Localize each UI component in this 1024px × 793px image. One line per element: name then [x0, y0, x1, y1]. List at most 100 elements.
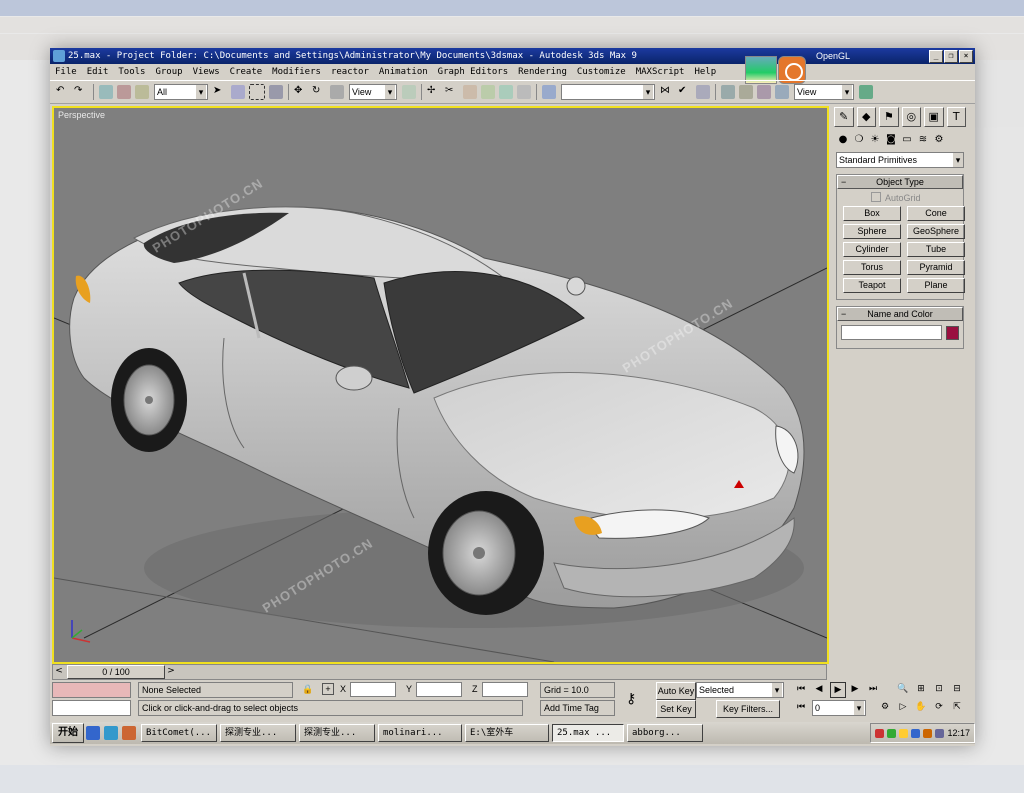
pan-icon[interactable]: ✋ — [914, 700, 928, 714]
hierarchy-tab-icon[interactable]: ⚑ — [879, 107, 899, 127]
schematic-view-icon[interactable] — [739, 85, 753, 99]
curve-editor-icon[interactable] — [721, 85, 735, 99]
undo-icon[interactable]: ↶ — [56, 85, 70, 99]
window-crossing-icon[interactable] — [269, 85, 283, 99]
menu-animation[interactable]: Animation — [374, 64, 433, 80]
minimize-icon[interactable]: _ — [929, 50, 943, 63]
go-to-start-icon[interactable]: ⏮ — [794, 682, 808, 696]
geometry-icon[interactable]: ● — [836, 133, 850, 147]
move-icon[interactable]: ✥ — [294, 85, 308, 99]
object-type-header[interactable]: − Object Type — [837, 175, 963, 189]
task-button[interactable]: abborg... — [627, 724, 703, 742]
mirror-icon[interactable]: ⋈ — [660, 85, 674, 99]
pivot-icon[interactable] — [402, 85, 416, 99]
time-slider[interactable]: < 0 / 100 > — [52, 664, 827, 680]
desktop-icon[interactable] — [104, 726, 118, 740]
lock-icon[interactable]: 🔒 — [302, 684, 313, 695]
maximize-viewport-icon[interactable]: ⇱ — [950, 700, 964, 714]
add-time-tag[interactable]: Add Time Tag — [540, 700, 615, 716]
render-scene-icon[interactable] — [775, 85, 789, 99]
perspective-viewport[interactable]: Perspective PHOTOPHOTO.CN PHOTOPHOTO.CN … — [52, 106, 829, 664]
plane-button[interactable]: Plane — [907, 278, 965, 293]
box-button[interactable]: Box — [843, 206, 901, 221]
link-icon[interactable] — [99, 85, 113, 99]
menu-tools[interactable]: Tools — [113, 64, 150, 80]
bind-space-warp-icon[interactable] — [135, 85, 149, 99]
auto-key-button[interactable]: Auto Key — [656, 682, 696, 700]
menu-views[interactable]: Views — [188, 64, 225, 80]
primitive-type-dropdown[interactable]: Standard Primitives — [836, 152, 964, 168]
cylinder-button[interactable]: Cylinder — [843, 242, 901, 257]
field-of-view-icon[interactable]: ▷ — [896, 700, 910, 714]
percent-snap-icon[interactable] — [481, 85, 495, 99]
geosphere-button[interactable]: GeoSphere — [907, 224, 965, 239]
rect-selection-icon[interactable] — [249, 84, 265, 100]
object-color-swatch[interactable] — [945, 325, 959, 340]
quicklaunch-icon[interactable] — [122, 726, 136, 740]
start-button[interactable]: 开始 — [52, 723, 84, 743]
key-mode-toggle-icon[interactable]: ⏮ — [794, 700, 808, 714]
manipulate-icon[interactable]: ✢ — [427, 85, 441, 99]
tray-icon[interactable] — [935, 728, 945, 738]
tray-icon[interactable] — [887, 728, 897, 738]
display-tab-icon[interactable]: ▣ — [924, 107, 944, 127]
tube-button[interactable]: Tube — [907, 242, 965, 257]
task-button-active[interactable]: 25.max ... — [552, 724, 624, 742]
previous-frame-icon[interactable]: ◀ — [812, 682, 826, 696]
close-icon[interactable]: × — [959, 50, 973, 63]
zoom-all-icon[interactable]: ⊞ — [914, 682, 928, 696]
play-icon[interactable]: ▶ — [830, 682, 846, 698]
teapot-button[interactable]: Teapot — [843, 278, 901, 293]
zoom-extents-all-icon[interactable]: ⊟ — [950, 682, 964, 696]
task-button[interactable]: 探测专业... — [220, 724, 296, 742]
menu-file[interactable]: File — [50, 64, 82, 80]
ie-icon[interactable] — [86, 726, 100, 740]
key-mode-dropdown[interactable]: Selected — [696, 682, 784, 698]
spinner-snap-icon[interactable] — [499, 85, 513, 99]
menu-maxscript[interactable]: MAXScript — [631, 64, 690, 80]
tray-icon[interactable] — [875, 728, 885, 738]
edit-named-selection-icon[interactable] — [517, 85, 531, 99]
x-coordinate-field[interactable] — [350, 682, 396, 697]
cone-button[interactable]: Cone — [907, 206, 965, 221]
menu-edit[interactable]: Edit — [82, 64, 114, 80]
quick-render-icon[interactable] — [859, 85, 873, 99]
zoom-extents-icon[interactable]: ⊡ — [932, 682, 946, 696]
menu-help[interactable]: Help — [689, 64, 721, 80]
rotate-icon[interactable]: ↻ — [312, 85, 326, 99]
material-editor-icon[interactable] — [757, 85, 771, 99]
shapes-icon[interactable]: ❍ — [852, 133, 866, 147]
systems-icon[interactable]: ⚙ — [932, 133, 946, 147]
menu-reactor[interactable]: reactor — [326, 64, 374, 80]
tray-icon[interactable] — [911, 728, 921, 738]
utilities-tab-icon[interactable]: T — [946, 107, 966, 127]
angle-snap-icon[interactable] — [463, 85, 477, 99]
task-button[interactable]: molinari... — [378, 724, 462, 742]
tray-icon[interactable] — [923, 728, 933, 738]
task-button[interactable]: E:\室外车 — [465, 724, 549, 742]
key-filters-button[interactable]: Key Filters... — [716, 700, 780, 718]
motion-tab-icon[interactable]: ◎ — [901, 107, 921, 127]
select-arrow-icon[interactable]: ➤ — [213, 85, 227, 99]
maxscript-listener-box[interactable] — [52, 682, 131, 698]
maxscript-mini-listener[interactable] — [52, 700, 131, 716]
time-config-icon[interactable]: ⚙ — [878, 700, 892, 714]
pyramid-button[interactable]: Pyramid — [907, 260, 965, 275]
y-coordinate-field[interactable] — [416, 682, 462, 697]
snap-icon[interactable]: ✂ — [445, 85, 459, 99]
scale-icon[interactable] — [330, 85, 344, 99]
menu-graph-editors[interactable]: Graph Editors — [433, 64, 513, 80]
absolute-mode-icon[interactable]: + — [322, 683, 334, 695]
autogrid-checkbox[interactable]: AutoGrid — [837, 189, 963, 204]
time-prev-button[interactable]: < — [53, 665, 65, 677]
unlink-icon[interactable] — [117, 85, 131, 99]
align-icon[interactable]: ✔ — [678, 85, 692, 99]
go-to-end-icon[interactable]: ⏭ — [866, 682, 880, 696]
render-view-dropdown[interactable]: View — [794, 84, 854, 100]
name-color-header[interactable]: − Name and Color — [837, 307, 963, 321]
create-tab-icon[interactable]: ✎ — [834, 107, 854, 127]
named-selection-icon[interactable] — [542, 85, 556, 99]
menu-group[interactable]: Group — [150, 64, 187, 80]
menu-customize[interactable]: Customize — [572, 64, 631, 80]
set-key-button[interactable]: Set Key — [656, 700, 696, 718]
